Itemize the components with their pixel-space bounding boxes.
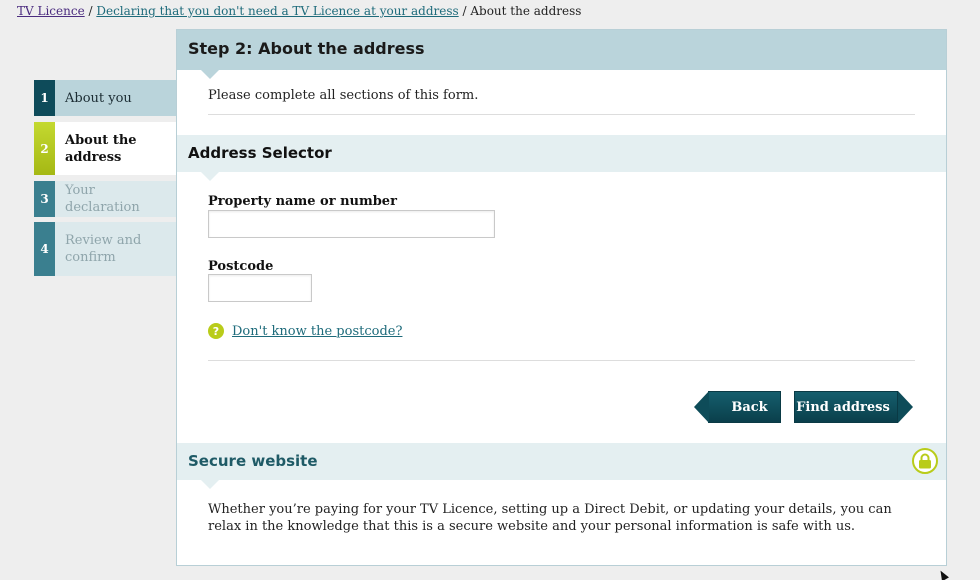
breadcrumb: TV Licence / Declaring that you don't ne… (17, 4, 581, 18)
step-number: 2 (34, 122, 55, 175)
section-pointer (201, 172, 219, 181)
section-header-address-selector: Address Selector (177, 135, 946, 181)
step-label: About you (65, 90, 132, 106)
postcode-input[interactable] (208, 274, 312, 302)
secure-title: Secure website (188, 452, 318, 470)
postcode-label: Postcode (208, 259, 274, 274)
postcode-help: ? Don't know the postcode? (208, 323, 402, 339)
breadcrumb-link-declaring[interactable]: Declaring that you don't need a TV Licen… (96, 4, 458, 18)
step-label: Your declaration (65, 183, 140, 215)
intro-text: Please complete all sections of this for… (208, 88, 479, 103)
mouse-cursor-icon (937, 568, 949, 580)
lock-icon (912, 448, 938, 474)
dont-know-postcode-link[interactable]: Don't know the postcode? (232, 324, 402, 339)
step-number: 4 (34, 222, 55, 276)
header-pointer (201, 70, 219, 79)
step-item-about-the-address: 2 About the address (34, 122, 179, 175)
step-item-review-and-confirm: 4 Review and confirm (34, 222, 179, 276)
form-panel: Step 2: About the address Please complet… (176, 29, 947, 566)
step-header: Step 2: About the address (177, 30, 946, 79)
section-pointer (201, 480, 219, 489)
breadcrumb-current: About the address (470, 4, 582, 18)
step-label: Review and confirm (65, 233, 142, 265)
find-address-button[interactable]: Find address (794, 391, 913, 423)
page-title: Step 2: About the address (188, 39, 425, 58)
breadcrumb-separator: / (84, 4, 97, 18)
step-item-your-declaration: 3 Your declaration (34, 181, 179, 217)
section-header-secure-website: Secure website (177, 443, 946, 489)
step-item-about-you[interactable]: 1 About you (34, 80, 179, 116)
divider (208, 360, 915, 361)
property-label: Property name or number (208, 194, 397, 209)
divider (208, 114, 915, 115)
property-input[interactable] (208, 210, 495, 238)
breadcrumb-link-home[interactable]: TV Licence (17, 4, 85, 18)
step-number: 3 (34, 181, 55, 217)
breadcrumb-separator: / (458, 4, 471, 18)
back-button[interactable]: Back (694, 391, 781, 423)
step-number: 1 (34, 80, 55, 116)
question-icon: ? (208, 323, 224, 339)
step-label: About the address (65, 132, 137, 165)
section-title: Address Selector (188, 144, 332, 162)
secure-text: Whether you’re paying for your TV Licenc… (208, 502, 892, 534)
